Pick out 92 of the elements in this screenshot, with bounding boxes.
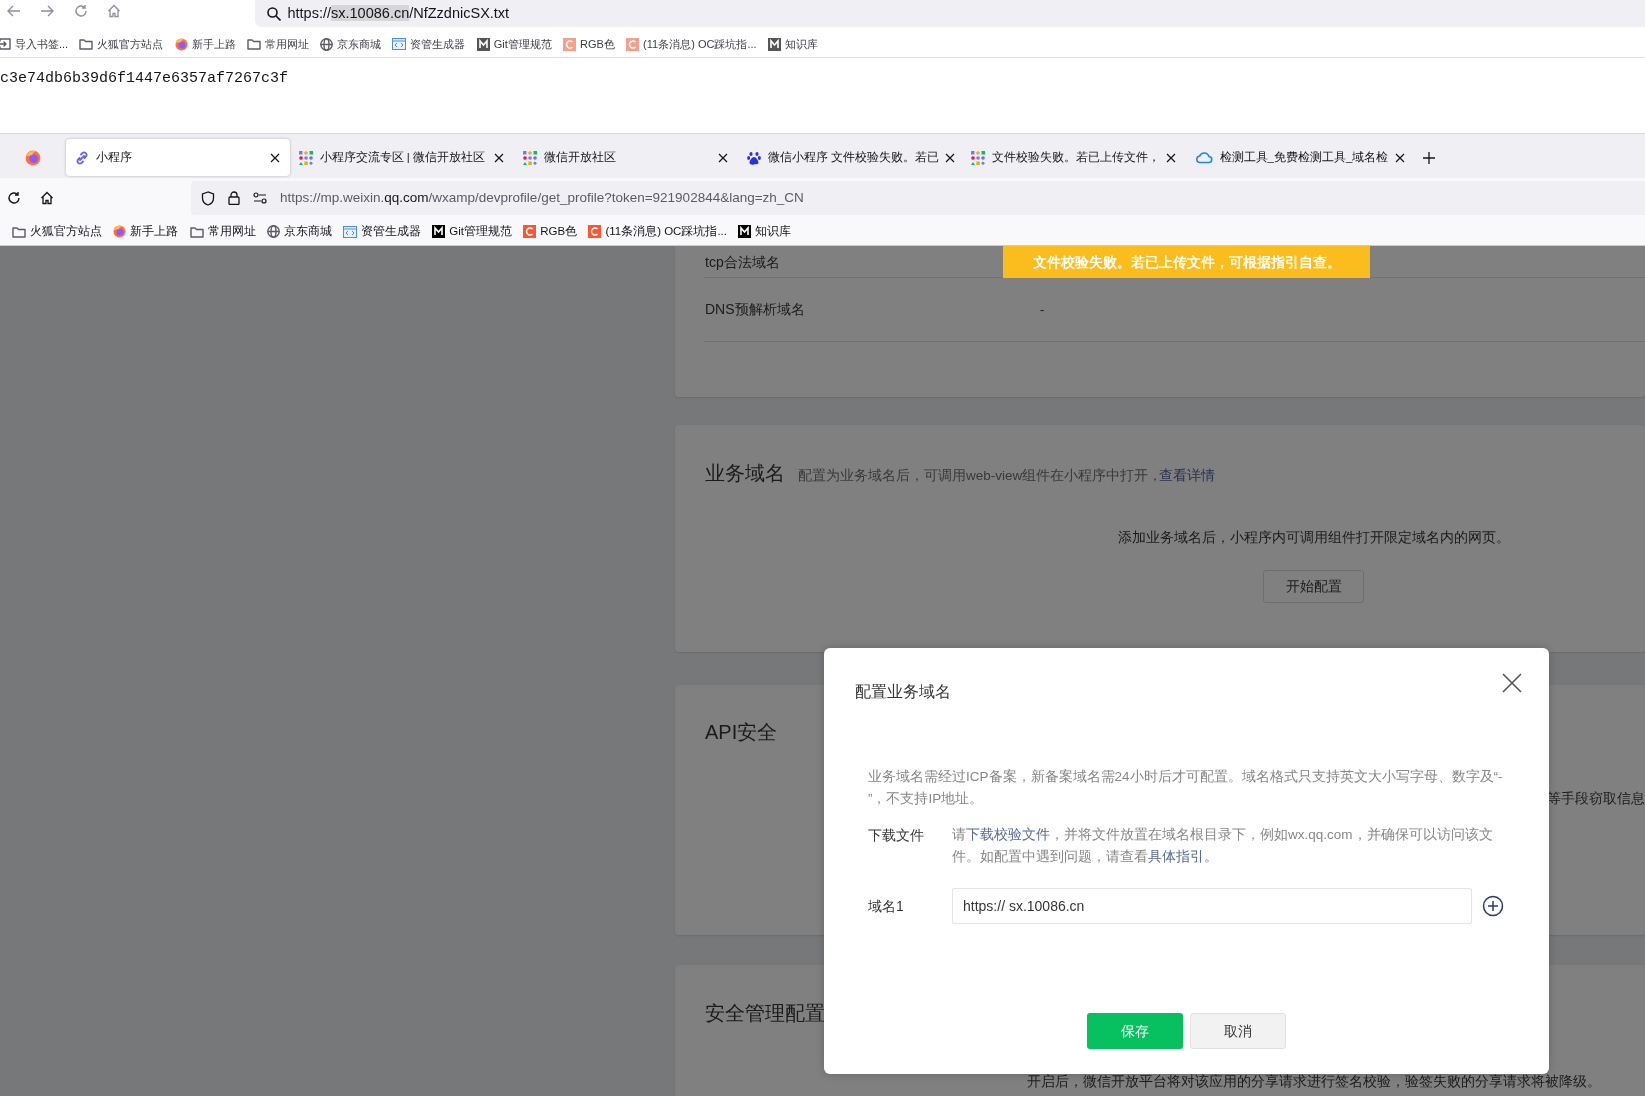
bookmark[interactable]: Git管理规范: [472, 33, 556, 55]
section-title: 安全管理配置: [705, 1001, 826, 1026]
firefox-icon: [174, 37, 188, 51]
folder-icon: [79, 38, 94, 50]
section-title: 业务域名: [705, 461, 785, 486]
firefox-icon: [113, 225, 127, 238]
new-tab-icon[interactable]: [1423, 151, 1435, 164]
close-icon[interactable]: [1394, 152, 1405, 163]
m-logo-icon: [432, 225, 446, 238]
browser-tab[interactable]: 小程序: [66, 139, 290, 176]
cloud-icon: [1195, 151, 1213, 164]
field-label: 域名1: [868, 896, 905, 916]
c-logo-icon: [523, 225, 537, 238]
folder-icon: [12, 225, 26, 238]
guide-link[interactable]: 具体指引。: [1148, 849, 1218, 864]
c-logo-icon: [626, 37, 640, 51]
folder-icon: [246, 38, 261, 50]
start-config-button[interactable]: 开始配置: [1263, 570, 1364, 604]
file-content: c3e74db6b39d6f1447e6357af7267c3f: [0, 69, 290, 89]
dot-grid-icon: [299, 150, 313, 165]
empty-message: 添加业务域名后，小程序内可调用组件打开限定域名内的网页。: [1117, 529, 1510, 547]
bookmark[interactable]: 资管生成器: [388, 33, 470, 55]
close-icon[interactable]: [945, 152, 956, 163]
url-text: https://sx.10086.cn/NfZzdnicSX.txt: [287, 3, 510, 23]
bookmark[interactable]: 新手上路: [170, 33, 240, 55]
permissions-icon: [253, 192, 267, 204]
bookmark[interactable]: (11条消息) OC踩坑指...: [622, 33, 761, 55]
row-label: DNS预解析域名: [705, 300, 806, 319]
m-logo-icon: [738, 225, 752, 238]
row-value: -: [1040, 300, 1045, 319]
code-window-icon: [392, 38, 407, 50]
close-icon: [1501, 672, 1523, 694]
url-text: https://mp.weixin.qq.com/wxamp/devprofile/get_profile?token=921902844&lang=zh_CN: [280, 188, 804, 207]
add-icon[interactable]: [1482, 895, 1504, 917]
search-icon: [267, 6, 281, 21]
paw-icon: [747, 150, 761, 165]
c-logo-icon: [588, 225, 602, 238]
download-instructions: 请下载校验文件，并将文件放置在域名根目录下，例如wx.qq.com，并确保可以访问该文件。如配置中遇到问题，请查看具体指引。: [952, 826, 1494, 866]
section-title: API安全: [705, 720, 779, 745]
notice-text: 业务域名需经过ICP备案，新备案域名需24小时后才可配置。域名格式只支持英文大小写字母、数字及“- ”，不支持IP地址。: [868, 768, 1504, 808]
dialog-title: 配置业务域名: [855, 682, 951, 702]
bookmark[interactable]: 知识库: [763, 33, 822, 55]
section-description: 开启后，微信开放平台将对该应用的分享请求进行签名校验，验签失败的分享请求将被降级。: [1027, 1073, 1601, 1091]
back-icon[interactable]: [6, 5, 21, 17]
dot-grid-icon: [523, 150, 537, 165]
browser-tab[interactable]: 微信开放社区: [514, 139, 738, 176]
firefox-icon: [25, 149, 41, 166]
bookmark[interactable]: 京东商城: [316, 33, 386, 55]
bookmark[interactable]: 资管生成器: [339, 220, 425, 243]
globe-icon: [266, 225, 280, 238]
error-toast: 文件校验失败。若已上传文件，可根据指引自查。: [1003, 246, 1370, 278]
close-icon[interactable]: [718, 152, 728, 163]
bookmark[interactable]: 火狐官方站点: [8, 220, 106, 243]
browser-tab[interactable]: 检测工具_免费检测工具_域名检: [1186, 139, 1410, 176]
bookmark[interactable]: 新手上路: [109, 220, 183, 243]
bookmark[interactable]: 常用网址: [242, 33, 313, 55]
lock-icon: [228, 191, 240, 205]
c-logo-icon: [563, 37, 576, 51]
close-icon[interactable]: [270, 152, 280, 163]
close-button[interactable]: [1501, 672, 1523, 694]
bookmark[interactable]: 导入书签...: [0, 33, 73, 55]
bookmark[interactable]: Git管理规范: [428, 220, 516, 243]
m-logo-icon: [767, 37, 781, 51]
forward-icon[interactable]: [40, 5, 54, 17]
globe-icon: [320, 37, 334, 51]
m-logo-icon: [476, 37, 490, 51]
link-icon: [75, 150, 89, 165]
bookmark[interactable]: 常用网址: [185, 220, 260, 243]
browser-tab[interactable]: 微信小程序 文件校验失败。若已: [738, 139, 962, 176]
browser-tab[interactable]: 小程序交流专区 | 微信开放社区: [290, 139, 514, 176]
bookmark[interactable]: RGB色: [559, 33, 619, 55]
address-bar[interactable]: https://mp.weixin.qq.com/wxamp/devprofile/get_profile?token=921902844&lang=zh_CN: [191, 181, 1645, 215]
bookmark[interactable]: (11条消息) OC踩坑指...: [584, 220, 731, 243]
browser-tab[interactable]: 文件校验失败。若已上传文件，: [962, 139, 1186, 176]
dot-grid-icon: [971, 150, 985, 165]
domain-input[interactable]: https:// sx.10086.cn: [952, 888, 1472, 924]
cancel-button[interactable]: 取消: [1189, 1013, 1286, 1049]
close-icon[interactable]: [1166, 152, 1176, 163]
import-icon: [0, 38, 11, 50]
shield-icon: [201, 190, 215, 206]
home-icon[interactable]: [40, 191, 54, 205]
close-icon[interactable]: [494, 152, 504, 163]
field-label: 下载文件: [868, 826, 925, 845]
bookmark[interactable]: 火狐官方站点: [75, 33, 168, 55]
guide-link[interactable]: 下载校验文件: [966, 827, 1050, 842]
reload-icon[interactable]: [6, 191, 21, 205]
code-window-icon: [343, 225, 357, 238]
bookmark[interactable]: RGB色: [519, 220, 582, 243]
folder-icon: [189, 225, 204, 238]
address-bar[interactable]: https://sx.10086.cn/NfZzdnicSX.txt: [255, 0, 1645, 27]
bookmark[interactable]: 京东商城: [262, 220, 336, 243]
bookmark[interactable]: 知识库: [734, 220, 796, 243]
